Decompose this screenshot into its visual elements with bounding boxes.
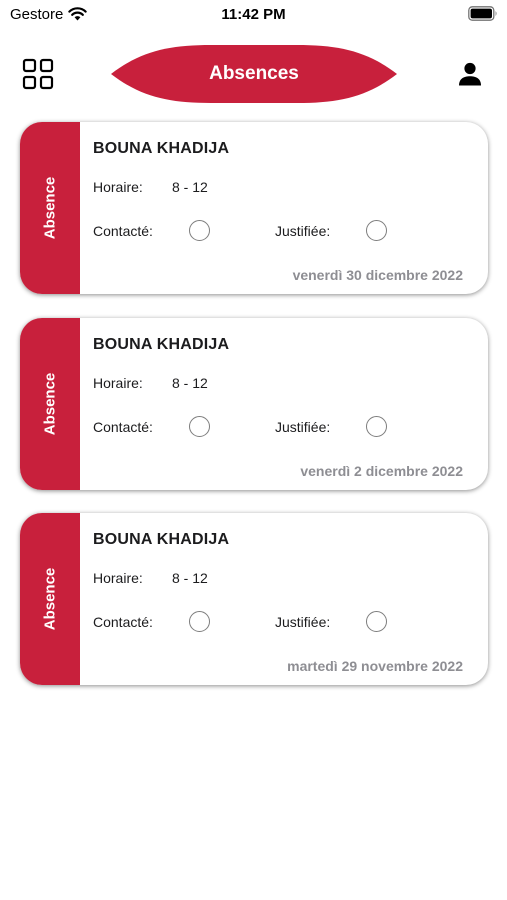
battery-icon [468, 6, 497, 21]
student-name: BOUNA KHADIJA [93, 335, 230, 353]
absence-date: martedì 29 novembre 2022 [287, 658, 463, 674]
horaire-label: Horaire: [93, 570, 143, 586]
card-type-strip: Absence [20, 317, 80, 490]
justifiee-label: Justifiée: [275, 418, 331, 435]
contacte-radio[interactable] [189, 611, 210, 632]
grid-icon[interactable] [22, 58, 54, 90]
clock: 11:42 PM [221, 6, 286, 23]
card-type-strip: Absence [20, 122, 80, 294]
absence-card[interactable]: Absence BOUNA KHADIJA Horaire: 8 - 12 Co… [20, 513, 488, 685]
absence-card[interactable]: Absence BOUNA KHADIJA Horaire: 8 - 12 Co… [20, 122, 488, 294]
contacte-label: Contacté: [93, 418, 153, 435]
contacte-label: Contacté: [93, 614, 153, 630]
status-bar: Gestore 11:42 PM [0, 0, 507, 30]
justifiee-label: Justifiée: [275, 614, 331, 630]
person-icon[interactable] [457, 61, 483, 87]
app-header: Absences [0, 40, 507, 110]
horaire-label: Horaire: [93, 374, 143, 391]
card-type-strip: Absence [20, 513, 80, 685]
absence-date: venerdì 30 dicembre 2022 [292, 267, 463, 283]
student-name: BOUNA KHADIJA [93, 531, 230, 548]
horaire-label: Horaire: [93, 179, 143, 195]
title-banner [111, 45, 397, 103]
justifiee-radio[interactable] [366, 220, 387, 241]
horaire-value: 8 - 12 [172, 570, 208, 586]
card-type-label: Absence [41, 176, 59, 240]
absence-card[interactable]: Absence BOUNA KHADIJA Horaire: 8 - 12 Co… [20, 317, 488, 490]
student-name: BOUNA KHADIJA [93, 140, 230, 157]
horaire-value: 8 - 12 [172, 374, 208, 391]
justifiee-label: Justifiée: [275, 223, 331, 239]
horaire-value: 8 - 12 [172, 179, 208, 195]
absence-list: Absence BOUNA KHADIJA Horaire: 8 - 12 Co… [20, 122, 488, 709]
absence-date: venerdì 2 dicembre 2022 [300, 462, 463, 479]
justifiee-radio[interactable] [366, 415, 387, 437]
justifiee-radio[interactable] [366, 611, 387, 632]
card-type-label: Absence [41, 372, 59, 435]
card-type-label: Absence [41, 567, 59, 631]
contacte-radio[interactable] [189, 220, 210, 241]
contacte-radio[interactable] [189, 415, 210, 437]
contacte-label: Contacté: [93, 223, 153, 239]
